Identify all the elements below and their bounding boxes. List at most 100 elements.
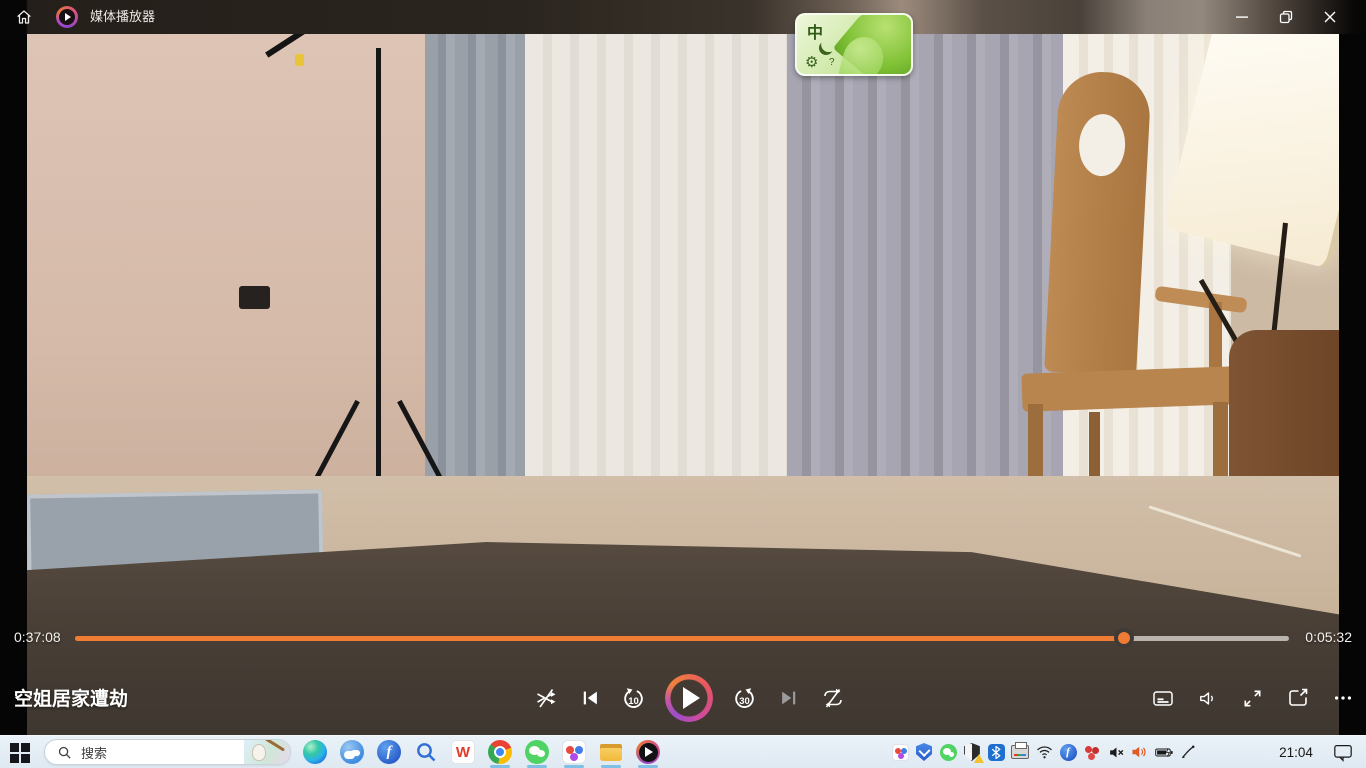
more-options-button[interactable] — [1330, 686, 1355, 711]
skip-back-label: 10 — [621, 696, 646, 707]
bluetooth-icon — [988, 744, 1005, 761]
tray-windows-security[interactable] — [963, 743, 981, 761]
skip-back-10-button[interactable]: 10 — [621, 686, 646, 711]
minimize-icon — [1234, 9, 1250, 25]
chrome-icon — [488, 740, 512, 764]
taskbar-app-wechat[interactable] — [525, 740, 549, 764]
minimize-button[interactable] — [1220, 0, 1264, 34]
tray-pen[interactable] — [1179, 743, 1197, 761]
red-cluster-icon — [1083, 743, 1101, 761]
warning-badge — [974, 754, 984, 763]
taskbar-app-chrome[interactable] — [488, 740, 512, 764]
tray-wechat[interactable] — [939, 743, 957, 761]
fullscreen-button[interactable] — [1240, 686, 1265, 711]
taskbar-app-circles[interactable] — [562, 740, 586, 764]
tray-security-manager[interactable] — [915, 743, 933, 761]
titlebar: 媒体播放器 — [0, 0, 1366, 34]
player-controls: 空姐居家遭劫 10 30 — [0, 670, 1366, 726]
scene-chair-seat — [1021, 366, 1238, 412]
taskbar-clock[interactable]: 21:04 — [1266, 736, 1326, 768]
scene-curtain-white — [525, 34, 787, 496]
wps-icon: W — [451, 740, 475, 764]
tray-battery[interactable] — [1155, 743, 1173, 761]
shuffle-off-icon — [534, 686, 558, 710]
media-player-icon — [636, 740, 660, 764]
repeat-off-button[interactable] — [820, 686, 845, 711]
more-options-icon — [1332, 687, 1354, 709]
scene-curtain-gray-left — [425, 34, 525, 504]
play-button-ring — [665, 674, 713, 722]
next-track-button[interactable] — [776, 686, 801, 711]
taskbar-app-flash-center[interactable]: f — [377, 740, 401, 764]
app-circles-icon — [892, 744, 909, 761]
taskbar: 搜索 f W — [0, 735, 1366, 768]
search-daily-image — [244, 739, 290, 765]
file-explorer-icon — [599, 740, 623, 764]
media-player-app-icon — [56, 6, 78, 28]
shuffle-off-button[interactable] — [533, 686, 558, 711]
wechat-icon — [940, 744, 957, 761]
speaker-muted-icon — [1108, 745, 1125, 760]
volume-button[interactable] — [1195, 686, 1220, 711]
taskbar-app-edge[interactable] — [303, 740, 327, 764]
fullscreen-icon — [1241, 687, 1264, 710]
tray-wifi[interactable] — [1035, 743, 1053, 761]
taskbar-app-wps[interactable]: W — [451, 740, 475, 764]
seek-row: 0:37:08 0:05:32 — [0, 628, 1366, 650]
weather-icon — [340, 740, 364, 764]
skip-forward-30-button[interactable]: 30 — [732, 686, 757, 711]
play-button[interactable] — [665, 674, 713, 722]
scene-tripod — [376, 48, 381, 478]
tray-flash[interactable]: f — [1059, 743, 1077, 761]
ime-language-toggle[interactable]: 中 — [807, 19, 823, 43]
flash-icon: f — [1060, 744, 1077, 761]
printer-icon — [1011, 745, 1029, 759]
ime-settings-gear-icon[interactable]: ⚙ — [805, 55, 818, 70]
app-circles-icon — [562, 740, 586, 764]
previous-track-icon — [579, 687, 601, 709]
taskbar-search[interactable]: 搜索 — [44, 739, 291, 765]
mini-player-icon — [1286, 686, 1310, 710]
restore-button[interactable] — [1264, 0, 1308, 34]
tray-app-circles[interactable] — [891, 743, 909, 761]
tray-red-cluster[interactable] — [1083, 743, 1101, 761]
previous-track-button[interactable] — [577, 686, 602, 711]
scene-boom-clip — [295, 54, 304, 66]
search-label: 搜索 — [81, 743, 244, 762]
wifi-icon — [1036, 745, 1053, 759]
notification-center-button[interactable] — [1332, 743, 1354, 763]
taskbar-app-weather[interactable] — [340, 740, 364, 764]
repeat-off-icon — [821, 686, 845, 710]
close-button[interactable] — [1308, 0, 1352, 34]
app-title: 媒体播放器 — [90, 0, 155, 34]
next-track-icon — [778, 687, 800, 709]
home-button[interactable] — [8, 0, 40, 34]
seek-thumb[interactable] — [1114, 628, 1134, 648]
ime-moon-icon[interactable] — [819, 41, 833, 55]
tray-printer[interactable] — [1011, 743, 1029, 761]
seek-bar[interactable] — [75, 636, 1289, 641]
mini-player-button[interactable] — [1285, 686, 1310, 711]
tray-speaker-muted[interactable] — [1107, 743, 1125, 761]
video-stage: 0:37:08 0:05:32 空姐居家遭劫 10 — [0, 34, 1366, 735]
q-search-icon — [414, 740, 438, 764]
transport-controls: 10 30 — [533, 670, 845, 726]
screen: 媒体播放器 — [0, 0, 1366, 768]
secondary-controls — [1150, 670, 1355, 726]
window-controls — [1220, 0, 1352, 34]
close-icon — [1322, 9, 1338, 25]
ime-help-icon[interactable]: ? — [829, 57, 835, 68]
search-icon — [57, 745, 72, 760]
tray-bluetooth[interactable] — [987, 743, 1005, 761]
start-button[interactable] — [10, 743, 29, 762]
notification-bubble-icon — [1333, 744, 1353, 762]
speaker-orange-icon — [1131, 744, 1149, 760]
tray-volume-orange[interactable] — [1131, 743, 1149, 761]
subtitles-button[interactable] — [1150, 686, 1175, 711]
time-elapsed: 0:37:08 — [14, 629, 61, 645]
taskbar-app-q-search[interactable] — [414, 740, 438, 764]
taskbar-app-file-explorer[interactable] — [599, 740, 623, 764]
taskbar-app-media-player[interactable] — [636, 740, 660, 764]
ime-widget[interactable]: 中 ⚙ ? — [795, 13, 913, 76]
edge-icon — [303, 740, 327, 764]
